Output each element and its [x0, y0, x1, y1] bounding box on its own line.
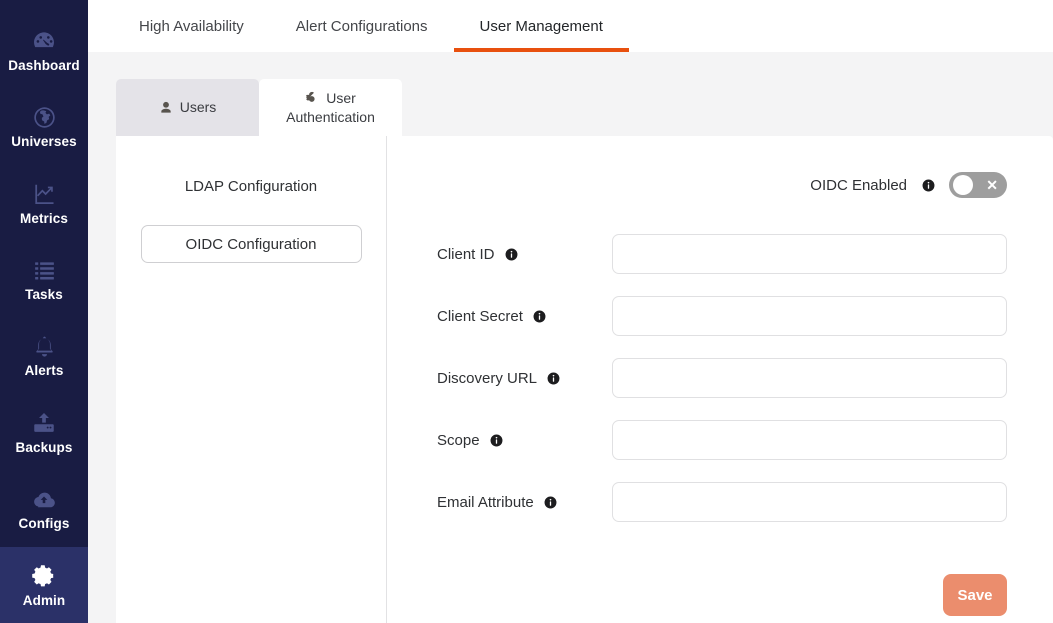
- cloud-upload-icon: [31, 486, 57, 512]
- toggle-knob: [953, 175, 973, 195]
- sidebar-item-dashboard[interactable]: Dashboard: [0, 12, 88, 88]
- sidebar-label-universes: Universes: [11, 135, 76, 149]
- label-email-attribute: Email Attribute: [437, 494, 612, 511]
- sidebar-item-admin[interactable]: Admin: [0, 547, 88, 623]
- tab-alert-configurations[interactable]: Alert Configurations: [270, 0, 454, 52]
- list-icon: [31, 257, 57, 283]
- close-icon: ✕: [986, 178, 998, 192]
- sidebar-item-configs[interactable]: Configs: [0, 470, 88, 546]
- info-icon[interactable]: [505, 248, 518, 261]
- input-discovery-url[interactable]: [612, 358, 1007, 398]
- subtab-label-user-authentication: User Authentication: [267, 89, 394, 127]
- globe-icon: [31, 104, 57, 130]
- ldap-configuration-title: LDAP Configuration: [185, 178, 317, 195]
- gear-icon: [31, 563, 57, 589]
- sidebar-label-metrics: Metrics: [20, 212, 68, 226]
- sidebar-label-admin: Admin: [23, 594, 66, 608]
- sidebar-item-metrics[interactable]: Metrics: [0, 165, 88, 241]
- label-discovery-url: Discovery URL: [437, 370, 612, 387]
- label-client-id: Client ID: [437, 246, 612, 263]
- user-icon: [159, 100, 173, 115]
- oidc-enabled-row: OIDC Enabled ✕: [437, 167, 1007, 203]
- sidebar-item-alerts[interactable]: Alerts: [0, 318, 88, 394]
- field-row-client-id: Client ID: [437, 223, 1007, 285]
- info-icon[interactable]: [922, 179, 935, 192]
- app-root: Dashboard Universes Metrics Tasks Alerts: [0, 0, 1053, 623]
- save-row: Save: [437, 574, 1007, 616]
- sidebar-item-backups[interactable]: Backups: [0, 394, 88, 470]
- oidc-enabled-toggle[interactable]: ✕: [949, 172, 1007, 198]
- top-tab-bar: High Availability Alert Configurations U…: [88, 0, 1053, 52]
- info-icon[interactable]: [490, 434, 503, 447]
- input-email-attribute[interactable]: [612, 482, 1007, 522]
- bell-icon: [31, 333, 57, 359]
- info-icon[interactable]: [547, 372, 560, 385]
- oidc-configuration-form: OIDC Enabled ✕ Client ID: [387, 136, 1053, 623]
- chart-line-icon: [31, 181, 57, 207]
- label-scope: Scope: [437, 432, 612, 449]
- dashboard-gauge-icon: [31, 28, 57, 54]
- configuration-list-panel: LDAP Configuration OIDC Configuration: [116, 136, 387, 623]
- tab-label-high-availability: High Availability: [139, 18, 244, 35]
- tab-high-availability[interactable]: High Availability: [113, 0, 270, 52]
- info-icon[interactable]: [533, 310, 546, 323]
- info-icon[interactable]: [544, 496, 557, 509]
- field-row-email-attribute: Email Attribute: [437, 471, 1007, 533]
- field-row-client-secret: Client Secret: [437, 285, 1007, 347]
- sidebar-label-dashboard: Dashboard: [8, 59, 79, 73]
- input-scope[interactable]: [612, 420, 1007, 460]
- subtab-user-authentication[interactable]: User Authentication: [259, 79, 402, 136]
- sidebar-item-tasks[interactable]: Tasks: [0, 241, 88, 317]
- content-card: LDAP Configuration OIDC Configuration OI…: [116, 136, 1053, 623]
- oidc-enabled-label: OIDC Enabled: [810, 177, 907, 194]
- main-column: High Availability Alert Configurations U…: [88, 0, 1053, 623]
- sidebar-item-universes[interactable]: Universes: [0, 88, 88, 164]
- label-client-secret: Client Secret: [437, 308, 612, 325]
- subtab-label-users: Users: [180, 98, 217, 117]
- key-icon: [305, 91, 319, 106]
- sidebar-label-configs: Configs: [19, 517, 70, 531]
- oidc-configuration-button[interactable]: OIDC Configuration: [141, 225, 362, 263]
- main-sidebar: Dashboard Universes Metrics Tasks Alerts: [0, 0, 88, 623]
- sub-tab-bar: Users User Authentication: [116, 79, 1053, 136]
- field-row-scope: Scope: [437, 409, 1007, 471]
- input-client-id[interactable]: [612, 234, 1007, 274]
- upload-server-icon: [31, 410, 57, 436]
- subtab-users[interactable]: Users: [116, 79, 259, 136]
- input-client-secret[interactable]: [612, 296, 1007, 336]
- field-row-discovery-url: Discovery URL: [437, 347, 1007, 409]
- tab-user-management[interactable]: User Management: [454, 0, 629, 52]
- sidebar-label-tasks: Tasks: [25, 288, 63, 302]
- tab-label-user-management: User Management: [480, 18, 603, 35]
- tab-label-alert-configurations: Alert Configurations: [296, 18, 428, 35]
- sidebar-label-backups: Backups: [16, 441, 73, 455]
- page-body: Users User Authentication LDAP Configura…: [88, 52, 1053, 623]
- save-button[interactable]: Save: [943, 574, 1007, 616]
- sidebar-label-alerts: Alerts: [25, 364, 64, 378]
